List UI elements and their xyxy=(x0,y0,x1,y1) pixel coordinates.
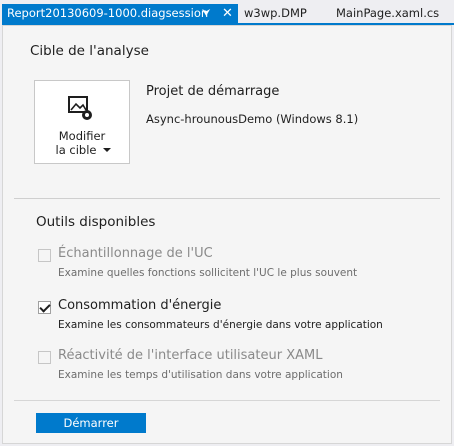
tab-mainpage-xaml-cs[interactable]: MainPage.xaml.cs xyxy=(336,4,439,23)
tab-w3wp-dmp[interactable]: w3wp.DMP xyxy=(244,4,307,23)
tool-name: Consommation d'énergie xyxy=(58,298,222,313)
tool-description: Examine les consommateurs d'énergie dans… xyxy=(58,319,383,331)
tool-description: Examine quelles fonctions sollicitent l'… xyxy=(58,267,358,279)
startup-project-value: Async-hrounousDemo (Windows 8.1) xyxy=(146,112,359,126)
document-tab-bar: Report20130609-1000.diagsession ⮟ ✕ w3wp… xyxy=(0,0,454,23)
footer-divider xyxy=(14,400,440,401)
cpu-sampling-checkbox[interactable] xyxy=(38,249,51,262)
start-button[interactable]: Démarrer xyxy=(36,413,146,433)
chevron-down-icon xyxy=(103,148,111,152)
tab-label: Report20130609-1000.diagsession xyxy=(7,6,209,20)
tool-name: Réactivité de l'interface utilisateur XA… xyxy=(58,348,323,363)
tool-description: Examine les temps d'utilisation dans vot… xyxy=(58,369,343,381)
available-tools-heading: Outils disponibles xyxy=(36,214,156,230)
target-settings-icon xyxy=(68,96,92,120)
change-target-label-1: Modifier xyxy=(58,129,106,143)
energy-consumption-checkbox[interactable] xyxy=(38,301,51,314)
xaml-responsiveness-checkbox[interactable] xyxy=(38,351,51,364)
pin-icon[interactable]: ⮟ xyxy=(202,4,211,23)
tab-label: w3wp.DMP xyxy=(244,6,307,20)
close-icon[interactable]: ✕ xyxy=(222,4,233,23)
tool-name: Échantillonnage de l'UC xyxy=(58,246,213,261)
section-divider xyxy=(14,198,440,199)
change-target-button[interactable]: Modifier la cible xyxy=(34,80,130,164)
tab-report-diagsession[interactable]: Report20130609-1000.diagsession ⮟ ✕ xyxy=(2,4,238,23)
tab-label: MainPage.xaml.cs xyxy=(336,6,440,20)
startup-project-title: Projet de démarrage xyxy=(146,84,280,99)
analysis-target-heading: Cible de l'analyse xyxy=(30,43,149,59)
